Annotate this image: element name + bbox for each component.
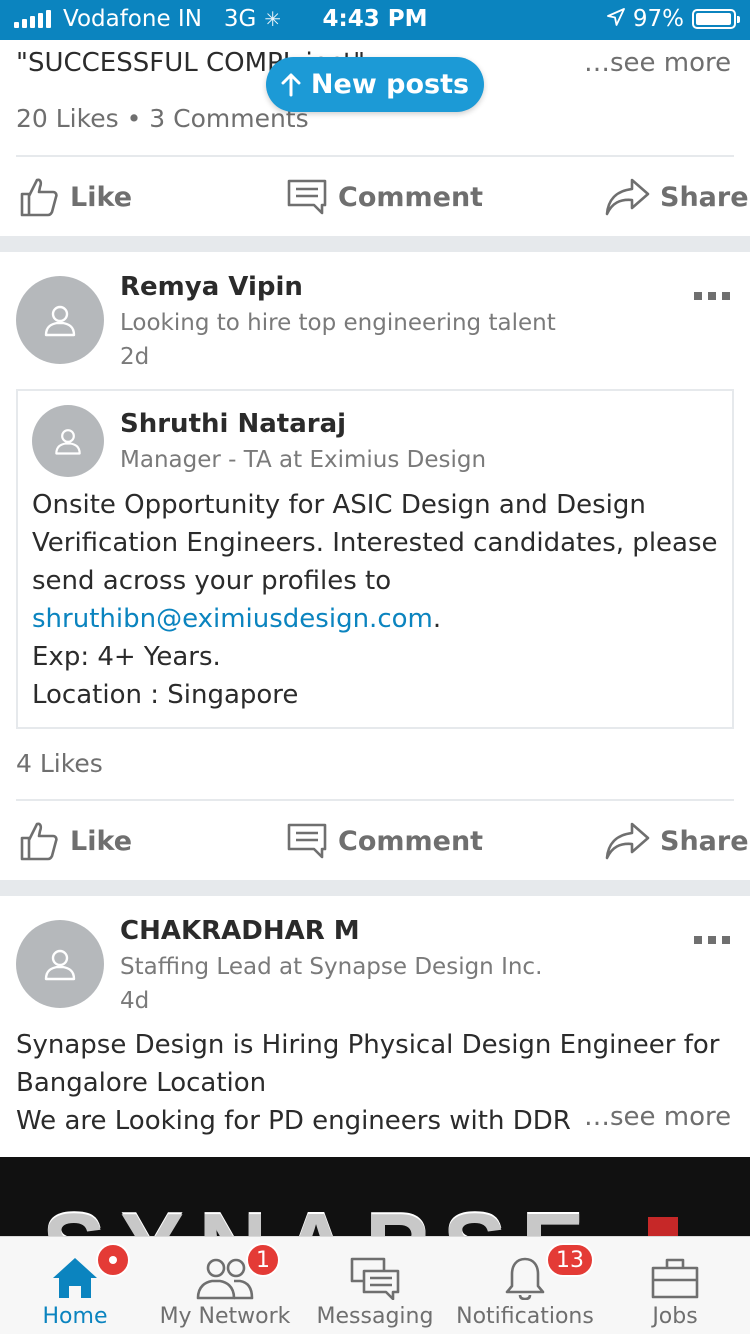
tab-my-network[interactable]: My Network 1 [150,1237,300,1334]
body-line: shruthibn@eximiusdesign.com. [32,600,722,638]
email-link[interactable]: shruthibn@eximiusdesign.com [32,604,433,634]
new-posts-label: New posts [310,69,470,100]
like-button[interactable]: Like [18,802,132,880]
body-line: Onsite Opportunity for ASIC Design and D… [32,490,646,520]
avatar[interactable] [16,920,104,1008]
like-label: Like [70,825,133,857]
network-count-badge: 1 [246,1243,280,1277]
location-arrow-icon [606,6,625,32]
feed-separator [0,236,750,252]
battery-icon [692,9,740,29]
thumbs-up-icon [20,822,58,861]
arrow-up-icon [281,73,301,96]
clipped-text-line [16,30,216,46]
body-line: Location : Singapore [32,680,299,710]
briefcase-icon [651,1258,699,1299]
share-label: Share [660,825,749,857]
status-right: 97% [606,6,740,32]
shared-post-body: Onsite Opportunity for ASIC Design and D… [32,486,722,714]
tab-label: Messaging [316,1304,434,1329]
tab-home[interactable]: Home [0,1237,150,1334]
comment-button[interactable]: Comment [286,802,483,880]
author-name[interactable]: CHAKRADHAR M [120,916,360,946]
person-icon [55,429,81,455]
avatar[interactable] [16,276,104,364]
more-options-icon[interactable] [694,936,730,944]
post-image[interactable]: SYNAPSE [0,1157,750,1237]
social-counts[interactable]: 4 Likes [16,749,103,778]
person-icon [44,305,76,337]
shared-author-headline: Manager - TA at Eximius Design [120,447,487,473]
body-line: Exp: 4+ Years. [32,642,221,672]
person-icon [44,949,76,981]
author-headline: Looking to hire top engineering talent [120,310,556,336]
shared-avatar[interactable] [32,405,104,477]
feed-separator [0,880,750,896]
share-button[interactable]: Share [604,802,749,880]
comment-label: Comment [338,825,484,857]
email-suffix: . [432,604,442,634]
notifications-count-badge: 13 [546,1243,594,1277]
tab-label: Jobs [652,1304,698,1329]
body-line: Verification Engineers. Interested candi… [32,528,718,558]
synapse-logo-text: SYNAPSE [42,1193,599,1237]
new-posts-button[interactable]: New posts [266,57,484,112]
author-headline: Staffing Lead at Synapse Design Inc. [120,954,543,980]
more-options-icon[interactable] [694,292,730,300]
comment-label: Comment [338,181,484,213]
share-arrow-icon [605,822,650,860]
see-more-link[interactable]: …see more [574,48,732,78]
post-actions: Like Comment Share [0,158,750,236]
comment-icon [287,179,327,215]
tab-label: My Network [159,1304,291,1329]
tab-messaging[interactable]: Messaging [300,1237,450,1334]
shared-author-name[interactable]: Shruthi Nataraj [120,409,346,439]
see-more-link[interactable]: …see more [574,1102,732,1132]
body-line: send across your profiles to [32,566,392,596]
logo-accent [648,1217,678,1237]
home-icon [53,1258,97,1298]
comment-icon [287,823,327,859]
share-button[interactable]: Share [604,158,749,236]
tab-notifications[interactable]: Notifications 13 [450,1237,600,1334]
tab-label: Home [42,1304,108,1329]
messaging-icon [350,1257,400,1300]
tab-label: Notifications [456,1304,594,1329]
divider [16,799,734,801]
body-line: Bangalore Location [16,1068,267,1098]
feed-post-chakradhar: CHAKRADHAR M Staffing Lead at Synapse De… [0,896,750,1157]
share-arrow-icon [605,178,650,216]
comment-button[interactable]: Comment [286,158,483,236]
shared-post[interactable]: Shruthi Nataraj Manager - TA at Eximius … [16,389,734,729]
social-counts[interactable]: 20 Likes • 3 Comments [16,104,309,133]
feed-post-remya: Remya Vipin Looking to hire top engineer… [0,252,750,880]
post-actions: Like Comment Share [0,802,750,880]
battery-percent: 97% [632,6,684,32]
divider [16,155,734,157]
tab-jobs[interactable]: Jobs [600,1237,750,1334]
like-label: Like [70,181,133,213]
author-name[interactable]: Remya Vipin [120,272,303,302]
thumbs-up-icon [20,178,58,217]
notification-dot-badge [96,1243,130,1277]
like-button[interactable]: Like [18,158,132,236]
post-timestamp: 4d [120,988,150,1014]
share-label: Share [660,181,749,213]
bottom-tab-bar: Home My Network 1 Messaging Notification… [0,1236,750,1334]
body-line: Synapse Design is Hiring Physical Design… [16,1030,720,1060]
bell-icon [505,1257,545,1300]
post-timestamp: 2d [120,344,150,370]
